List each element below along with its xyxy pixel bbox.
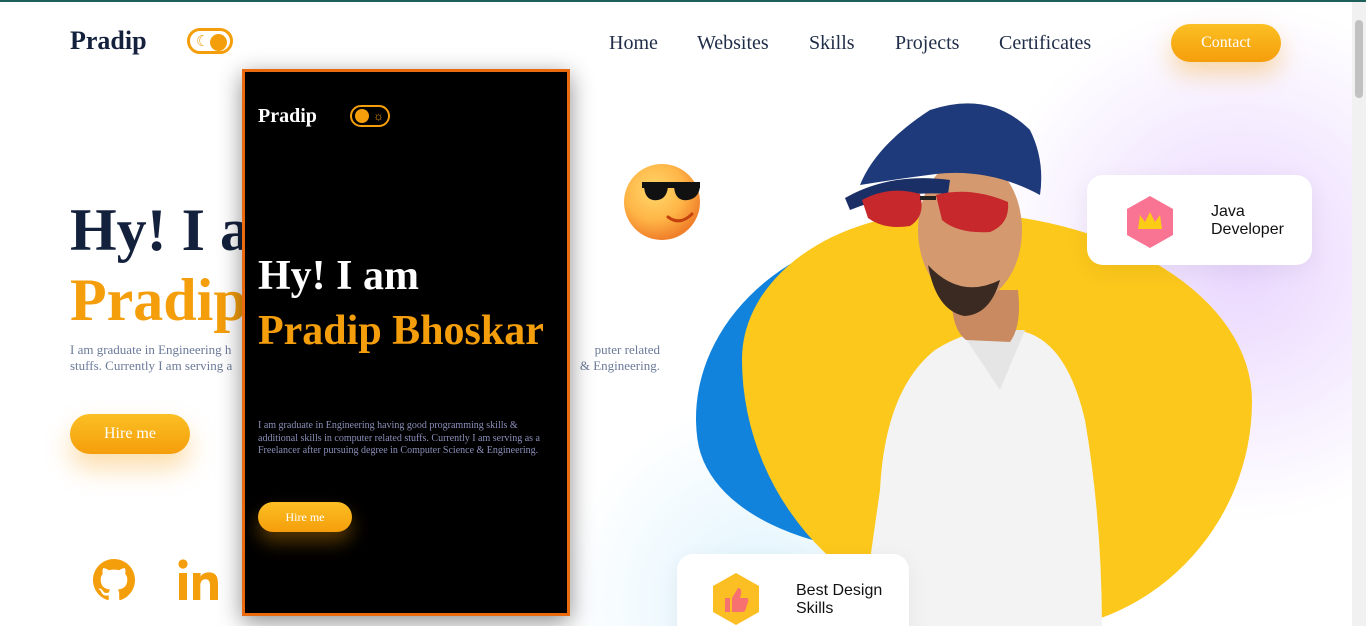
scrollbar-thumb[interactable] <box>1355 20 1363 98</box>
sun-icon: ☼ <box>373 109 384 123</box>
github-icon[interactable] <box>90 556 138 604</box>
thumbs-up-icon <box>713 573 759 625</box>
vertical-scrollbar[interactable] <box>1352 2 1366 626</box>
nav-websites[interactable]: Websites <box>697 32 769 55</box>
mobile-preview-overlay: Pradip ☼ Hy! I am Pradip Bhoskar I am gr… <box>242 69 570 616</box>
theme-toggle[interactable]: ☾ <box>187 28 233 54</box>
profile-photo <box>845 103 1102 626</box>
mobile-hero-greeting: Hy! I am <box>258 253 419 299</box>
sunglasses-emoji-icon <box>624 164 700 240</box>
crown-icon <box>1127 196 1173 248</box>
nav-certificates[interactable]: Certificates <box>999 32 1091 55</box>
mobile-hero-name: Pradip Bhoskar <box>258 308 544 354</box>
mobile-toggle-knob <box>355 109 369 123</box>
portfolio-page: Pradip ☾ Home Websites Skills Projects C… <box>0 2 1352 626</box>
mobile-hero-description: I am graduate in Engineering having good… <box>258 420 540 457</box>
mobile-theme-toggle[interactable]: ☼ <box>350 105 390 127</box>
nav-home[interactable]: Home <box>609 32 658 55</box>
desc-line1-left: I am graduate in Engineering h <box>70 342 232 357</box>
design-card-label: Best Design Skills <box>796 582 883 617</box>
nav-projects[interactable]: Projects <box>895 32 959 55</box>
hire-me-button[interactable]: Hire me <box>70 414 190 454</box>
moon-icon: ☾ <box>196 34 210 50</box>
site-logo[interactable]: Pradip <box>70 26 147 56</box>
hero-greeting: Hy! I a <box>70 197 250 263</box>
nav-skills[interactable]: Skills <box>809 32 855 55</box>
linkedin-icon[interactable] <box>176 556 224 604</box>
java-developer-card: Java Developer <box>1087 175 1312 265</box>
toggle-knob <box>210 34 227 51</box>
contact-button[interactable]: Contact <box>1171 24 1281 62</box>
hero-name: Pradip <box>70 267 247 333</box>
best-design-card: Best Design Skills <box>677 554 909 626</box>
desc-line1-right: puter related <box>594 342 660 357</box>
desc-line2-right: & Engineering. <box>579 358 660 373</box>
mobile-logo[interactable]: Pradip <box>258 105 317 128</box>
mobile-hire-me-button[interactable]: Hire me <box>258 502 352 532</box>
desc-line2-left: stuffs. Currently I am serving a <box>70 358 233 373</box>
java-card-label: Java Developer <box>1211 203 1284 238</box>
